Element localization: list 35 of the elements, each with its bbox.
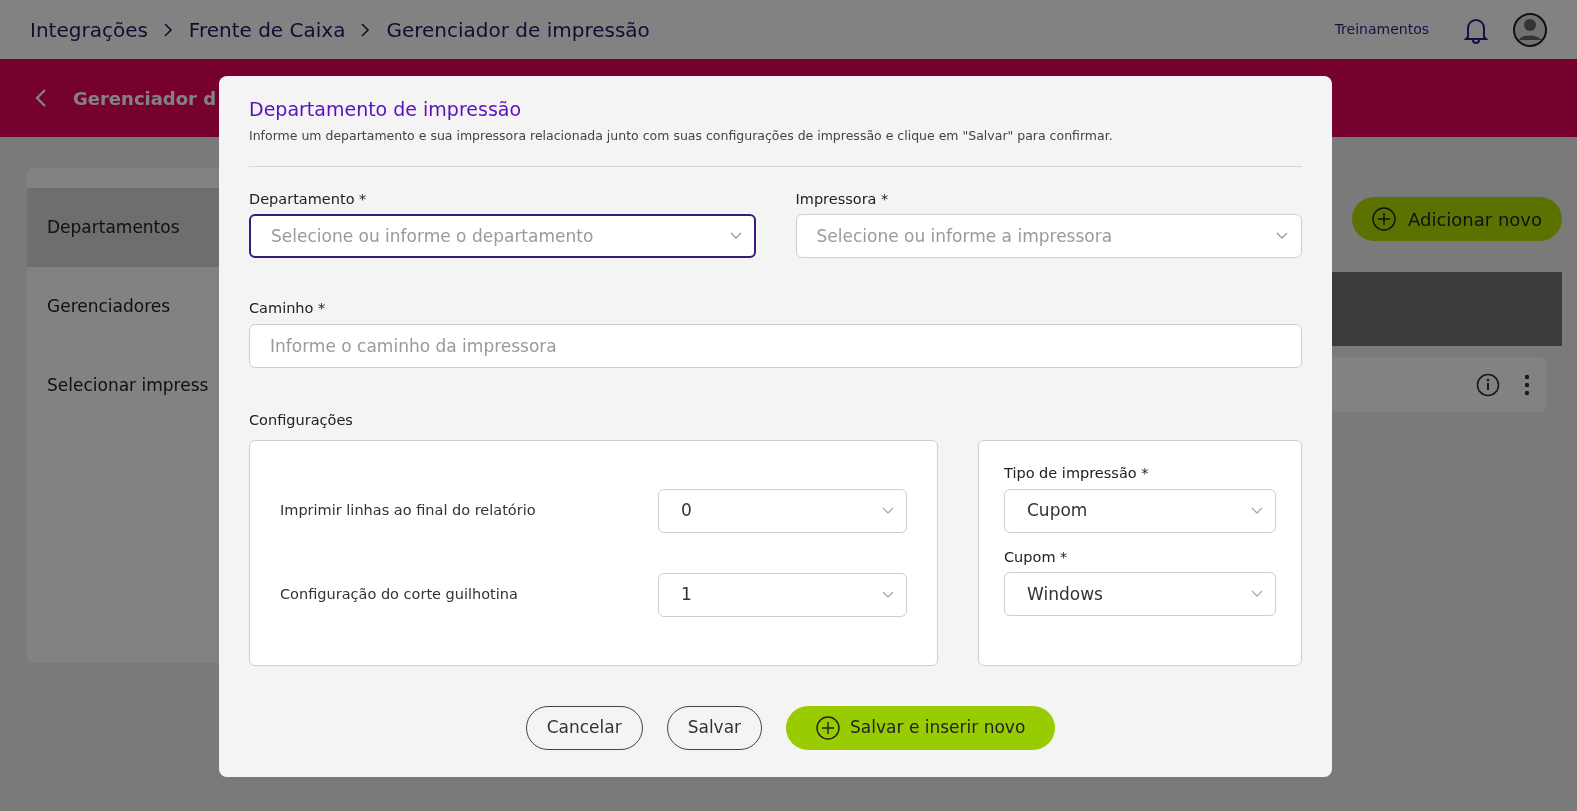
select-field[interactable]: Windows — [1004, 572, 1276, 617]
chevron-down-icon — [729, 232, 742, 241]
field-label: Impressora * — [795, 189, 890, 209]
avatar-icon — [1513, 12, 1547, 47]
plus-circle-icon — [1372, 207, 1396, 231]
kebab-menu-icon — [1524, 373, 1530, 396]
breadcrumb-item[interactable]: Integrações — [30, 14, 148, 45]
section-label: Configurações — [249, 411, 354, 431]
chevron-down-icon — [1276, 232, 1288, 241]
select-field[interactable]: 0 — [658, 488, 907, 533]
input-field[interactable]: Informe o caminho da impressora — [249, 324, 1302, 369]
chevron-down-icon — [882, 506, 894, 515]
save-and-new-button[interactable]: Salvar e inserir novo — [786, 705, 1056, 750]
add-button[interactable]: Adicionar novo — [1352, 197, 1562, 241]
field-label: Cupom * — [1004, 547, 1069, 567]
chevron-down-icon — [1251, 506, 1263, 515]
select-field[interactable]: Selecione ou informe o departamento — [249, 214, 756, 259]
setting-label: Configuração do corte guilhotina — [280, 584, 518, 604]
training-link[interactable]: Treinamentos — [1334, 19, 1429, 40]
select-field[interactable]: Cupom — [1004, 488, 1276, 533]
select-field[interactable]: 1 — [658, 572, 907, 617]
chevron-down-icon — [1251, 590, 1263, 599]
breadcrumb-item[interactable]: Frente de Caixa — [188, 14, 346, 45]
info-icon — [1476, 372, 1500, 397]
page-title: Gerenciador d — [73, 86, 217, 111]
field-label: Caminho * — [249, 299, 327, 319]
chevron-down-icon — [882, 590, 894, 599]
chevron-right-icon — [361, 22, 371, 37]
plus-circle-icon — [816, 715, 841, 740]
setting-label: Imprimir linhas ao final do relatório — [280, 500, 536, 520]
chevron-right-icon — [163, 22, 173, 37]
dialog-description: Informe um departamento e sua impressora relacionada junto com suas configurações de impressão e clique em "Salvar" para confirmar. — [249, 126, 1114, 145]
field-label: Tipo de impressão * — [1004, 463, 1150, 483]
breadcrumb-item: Gerenciador de impressão — [386, 16, 650, 44]
dialog-title: Departamento de impressão — [249, 98, 523, 121]
